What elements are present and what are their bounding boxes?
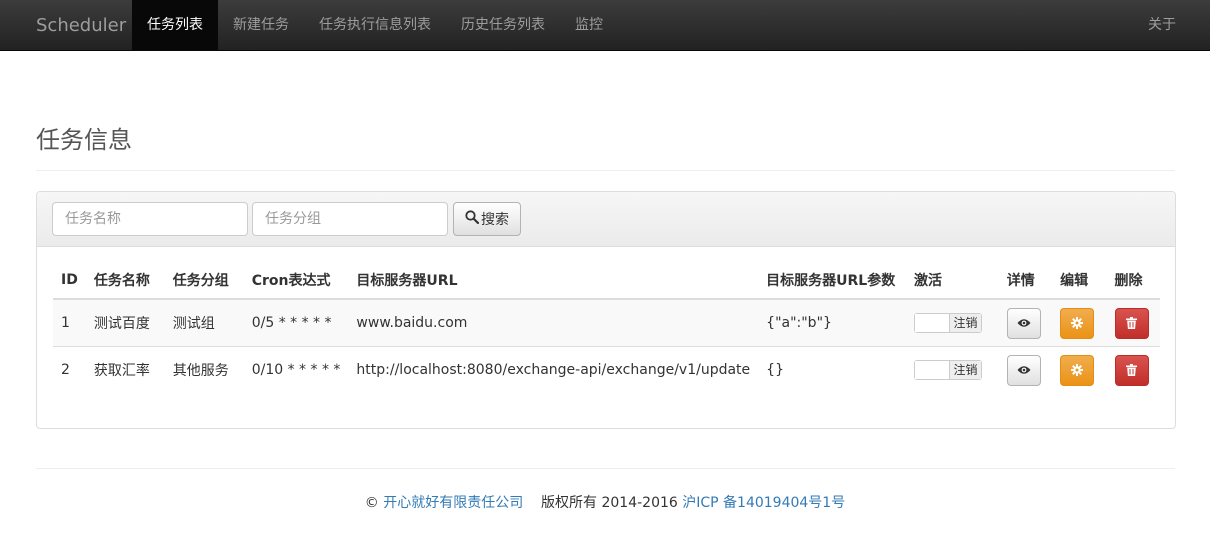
cell-params: {"a":"b"}: [758, 298, 907, 347]
nav-new-task[interactable]: 新建任务: [218, 0, 304, 51]
edit-button[interactable]: [1060, 354, 1095, 386]
gear-icon: [1071, 317, 1084, 329]
divider: [36, 170, 1175, 171]
page-title: 任务信息: [36, 126, 132, 154]
nav-task-list[interactable]: 任务列表: [132, 0, 218, 51]
col-url-header: 目标服务器URL: [348, 262, 759, 300]
footer-divider: [36, 468, 1175, 469]
footer: © 开心就好有限责任公司 版权所有 2014-2016 沪ICP 备140194…: [0, 492, 1210, 512]
trash-icon: [1126, 317, 1137, 329]
col-params-header: 目标服务器URL参数: [758, 262, 907, 300]
col-id-header: ID: [53, 262, 86, 300]
cell-cron: 0/10 * * * * *: [243, 346, 349, 393]
col-active-header: 激活: [906, 262, 999, 300]
search-bar: 搜索: [37, 192, 1175, 247]
cell-group: 测试组: [164, 298, 244, 347]
search-button[interactable]: 搜索: [453, 202, 521, 236]
active-toggle[interactable]: 注销: [914, 360, 983, 380]
table-row: 2 获取汇率 其他服务 0/10 * * * * * http://localh…: [53, 346, 1160, 393]
toggle-label: 注销: [950, 314, 982, 332]
cell-name: 测试百度: [85, 298, 165, 347]
search-icon: [465, 210, 480, 228]
eye-icon: [1017, 319, 1031, 327]
cell-url: www.baidu.com: [348, 298, 759, 347]
details-button[interactable]: [1006, 307, 1041, 339]
table-header-row: ID 任务名称 任务分组 Cron表达式 目标服务器URL 目标服务器URL参数…: [53, 262, 1160, 300]
task-panel: 搜索 ID 任务名称 任务分组 Cron表达式 目标服务器URL 目标服务器UR…: [36, 191, 1176, 429]
col-cron-header: Cron表达式: [243, 262, 349, 300]
trash-icon: [1126, 364, 1137, 376]
copyright-text: 版权所有 2014-2016: [541, 495, 678, 511]
nav-execution-info[interactable]: 任务执行信息列表: [304, 0, 446, 51]
cell-group: 其他服务: [164, 346, 244, 393]
brand-link[interactable]: Scheduler: [36, 0, 126, 51]
top-navbar: Scheduler 任务列表 新建任务 任务执行信息列表 历史任务列表 监控 关…: [0, 0, 1210, 51]
toggle-knob: [915, 361, 951, 379]
nav-monitor[interactable]: 监控: [560, 0, 618, 51]
copyright-icon: ©: [364, 495, 379, 511]
cell-id: 1: [53, 298, 86, 347]
delete-button[interactable]: [1114, 354, 1149, 386]
cell-id: 2: [53, 346, 86, 393]
details-button[interactable]: [1006, 354, 1041, 386]
nav-about[interactable]: 关于: [1148, 0, 1176, 51]
col-edit-header: 编辑: [1052, 262, 1107, 300]
company-link[interactable]: 开心就好有限责任公司: [383, 495, 523, 511]
main-nav: 任务列表 新建任务 任务执行信息列表 历史任务列表 监控: [132, 0, 618, 51]
delete-button[interactable]: [1114, 307, 1149, 339]
col-details-header: 详情: [998, 262, 1053, 300]
eye-icon: [1017, 366, 1031, 374]
icp-link[interactable]: 沪ICP 备14019404号1号: [682, 495, 845, 511]
col-delete-header: 删除: [1106, 262, 1160, 300]
task-name-input[interactable]: [52, 202, 248, 236]
toggle-knob: [915, 314, 951, 332]
task-table: ID 任务名称 任务分组 Cron表达式 目标服务器URL 目标服务器URL参数…: [53, 262, 1160, 393]
table-row: 1 测试百度 测试组 0/5 * * * * * www.baidu.com {…: [53, 298, 1160, 347]
task-group-input[interactable]: [252, 202, 448, 236]
cell-params: {}: [758, 346, 907, 393]
active-toggle[interactable]: 注销: [914, 313, 983, 333]
gear-icon: [1071, 364, 1084, 376]
col-group-header: 任务分组: [164, 262, 244, 300]
cell-url: http://localhost:8080/exchange-api/excha…: [348, 346, 759, 393]
col-name-header: 任务名称: [85, 262, 165, 300]
edit-button[interactable]: [1060, 307, 1095, 339]
toggle-label: 注销: [950, 361, 982, 379]
search-button-label: 搜索: [481, 212, 509, 228]
cell-name: 获取汇率: [85, 346, 165, 393]
cell-cron: 0/5 * * * * *: [243, 298, 349, 347]
nav-history-tasks[interactable]: 历史任务列表: [446, 0, 560, 51]
